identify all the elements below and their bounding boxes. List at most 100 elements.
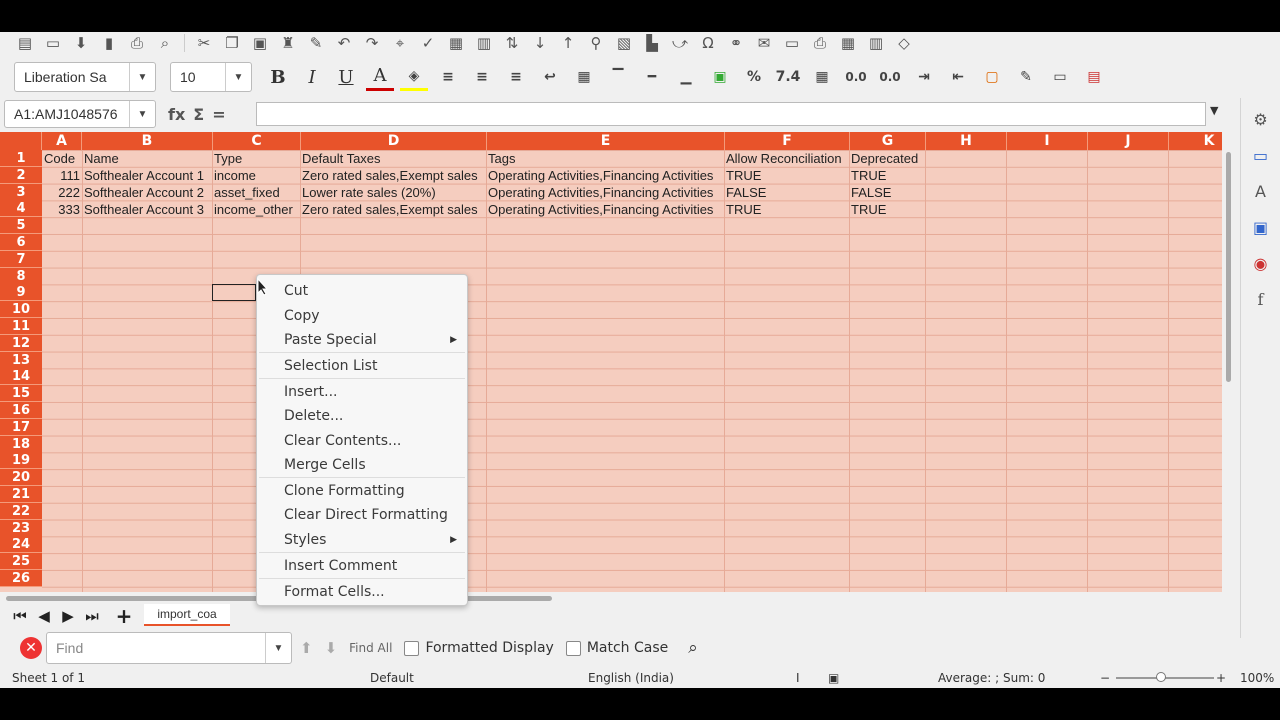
print-preview-icon[interactable]: ⌕ xyxy=(154,33,176,53)
font-color-button[interactable]: A xyxy=(366,63,394,91)
header-footer-icon[interactable]: ▭ xyxy=(781,33,803,53)
align-bottom-icon[interactable]: ▁ xyxy=(672,63,700,91)
column-header[interactable]: F xyxy=(725,132,850,150)
row-header[interactable]: 22 xyxy=(0,502,42,520)
first-sheet-icon[interactable]: ⏮ xyxy=(8,604,32,628)
bold-button[interactable]: B xyxy=(264,63,292,91)
sheet-tab[interactable]: import_coa xyxy=(144,604,230,626)
sort-asc-icon[interactable]: ↓ xyxy=(529,33,551,53)
undo-icon[interactable]: ↶ xyxy=(333,33,355,53)
row-header[interactable]: 14 xyxy=(0,368,42,386)
menu-item-delete[interactable]: Delete... xyxy=(257,404,467,428)
last-sheet-icon[interactable]: ⏭ xyxy=(80,604,104,628)
comment-icon[interactable]: ✉ xyxy=(753,33,775,53)
row-header[interactable]: 24 xyxy=(0,536,42,554)
cell[interactable]: TRUE xyxy=(849,201,925,218)
new-icon[interactable]: ▤ xyxy=(14,33,36,53)
align-top-icon[interactable]: ▔ xyxy=(604,63,632,91)
column-header[interactable]: K xyxy=(1169,132,1222,150)
column-header[interactable]: J xyxy=(1088,132,1169,150)
menu-item-insert[interactable]: Insert... xyxy=(257,380,467,404)
add-decimal-button[interactable]: 0.0 xyxy=(842,63,870,91)
cell[interactable]: TRUE xyxy=(849,167,925,184)
close-find-icon[interactable]: ✕ xyxy=(20,637,42,659)
number-format-button[interactable]: 7.4 xyxy=(774,63,802,91)
row-header[interactable]: 2 xyxy=(0,166,42,184)
cell[interactable]: TRUE xyxy=(724,167,849,184)
cell[interactable]: Zero rated sales,Exempt sales xyxy=(300,167,486,184)
horizontal-scrollbar[interactable] xyxy=(0,592,1222,604)
cell[interactable]: Code xyxy=(42,150,82,167)
spreadsheet-grid[interactable]: A B C D E F G H I J K 1 2 3 4 5 6 7 8 9 10 11 12 13 1… xyxy=(0,132,1222,592)
row-header[interactable]: 18 xyxy=(0,435,42,453)
properties-icon[interactable]: ▭ xyxy=(1249,142,1273,168)
prev-sheet-icon[interactable]: ◀ xyxy=(32,604,56,628)
decrease-indent-icon[interactable]: ⇤ xyxy=(944,63,972,91)
cell[interactable]: Default Taxes xyxy=(300,150,486,167)
export-pdf-icon[interactable]: ▮ xyxy=(98,33,120,53)
delete-decimal-button[interactable]: 0.0 xyxy=(876,63,904,91)
align-middle-icon[interactable]: ━ xyxy=(638,63,666,91)
chevron-down-icon[interactable]: ▼ xyxy=(129,101,155,127)
function-wizard-button[interactable]: fx xyxy=(168,105,185,124)
row-header[interactable]: 9 xyxy=(0,284,42,302)
cell[interactable]: Allow Reconciliation xyxy=(724,150,849,167)
add-sheet-icon[interactable]: + xyxy=(112,604,136,628)
font-name-combo[interactable]: Liberation Sa ▼ xyxy=(14,62,156,92)
cell[interactable]: Deprecated xyxy=(849,150,925,167)
redo-icon[interactable]: ↷ xyxy=(361,33,383,53)
cell[interactable]: TRUE xyxy=(724,201,849,218)
cell[interactable]: asset_fixed xyxy=(212,184,300,201)
checkbox-box[interactable] xyxy=(404,640,420,656)
italic-button[interactable]: I xyxy=(298,63,326,91)
row-header[interactable]: 26 xyxy=(0,570,42,587)
print-icon[interactable]: ⎙ xyxy=(126,33,148,53)
menu-item-clone-formatting[interactable]: Clone Formatting xyxy=(257,479,467,503)
checkbox-box[interactable] xyxy=(565,640,581,656)
menu-item-paste-special[interactable]: Paste Special ▶ xyxy=(257,328,467,352)
underline-button[interactable]: U xyxy=(332,63,360,91)
sum-button[interactable]: Σ xyxy=(193,105,204,124)
row-header[interactable]: 6 xyxy=(0,234,42,251)
cell[interactable]: Operating Activities,Financing Activitie… xyxy=(486,167,724,184)
menu-item-merge-cells[interactable]: Merge Cells xyxy=(257,453,467,477)
row-header[interactable]: 10 xyxy=(0,301,42,319)
align-right-icon[interactable]: ≡ xyxy=(502,63,530,91)
zoom-level[interactable]: 100% xyxy=(1240,671,1274,685)
increase-indent-icon[interactable]: ⇥ xyxy=(910,63,938,91)
row-header[interactable]: 4 xyxy=(0,200,42,218)
gear-icon[interactable]: ⚙ xyxy=(1249,106,1273,132)
row-header[interactable]: 7 xyxy=(0,250,42,268)
zoom-out-icon[interactable]: − xyxy=(1100,671,1110,685)
sort-desc-icon[interactable]: ↑ xyxy=(557,33,579,53)
find-replace-icon[interactable]: ⌕ xyxy=(688,638,698,658)
menu-item-cut[interactable]: Cut xyxy=(257,279,467,303)
find-next-icon[interactable]: ⬇ xyxy=(325,639,338,657)
cell[interactable]: income_other xyxy=(212,201,300,218)
cell[interactable]: Lower rate sales (20%) xyxy=(300,184,486,201)
cell[interactable]: Operating Activities,Financing Activitie… xyxy=(486,184,724,201)
navigator-icon[interactable]: ◉ xyxy=(1249,250,1273,276)
find-placeholder[interactable]: Find xyxy=(47,640,265,656)
image-icon[interactable]: ▧ xyxy=(613,33,635,53)
row-header[interactable]: 23 xyxy=(0,519,42,537)
styles-icon[interactable]: A xyxy=(1249,178,1273,204)
currency-icon[interactable]: ▣ xyxy=(706,63,734,91)
show-draw-icon[interactable]: ◇ xyxy=(893,33,915,53)
paste-icon[interactable]: ▣ xyxy=(249,33,271,53)
row-header[interactable]: 11 xyxy=(0,318,42,335)
menu-item-selection-list[interactable]: Selection List xyxy=(257,354,467,378)
cell[interactable]: 111 xyxy=(42,167,82,184)
page-style[interactable]: Default xyxy=(370,671,414,685)
cell[interactable]: Tags xyxy=(486,150,724,167)
border-style-icon[interactable]: ✎ xyxy=(1012,63,1040,91)
row-header[interactable]: 5 xyxy=(0,217,42,235)
split-icon[interactable]: ▥ xyxy=(865,33,887,53)
autofilter-icon[interactable]: ⚲ xyxy=(585,33,607,53)
next-sheet-icon[interactable]: ▶ xyxy=(56,604,80,628)
find-input[interactable]: Find ▼ xyxy=(46,632,292,664)
row-header[interactable]: 8 xyxy=(0,267,42,285)
border-color-icon[interactable]: ▭ xyxy=(1046,63,1074,91)
cut-icon[interactable]: ✂ xyxy=(193,33,215,53)
align-center-icon[interactable]: ≡ xyxy=(468,63,496,91)
